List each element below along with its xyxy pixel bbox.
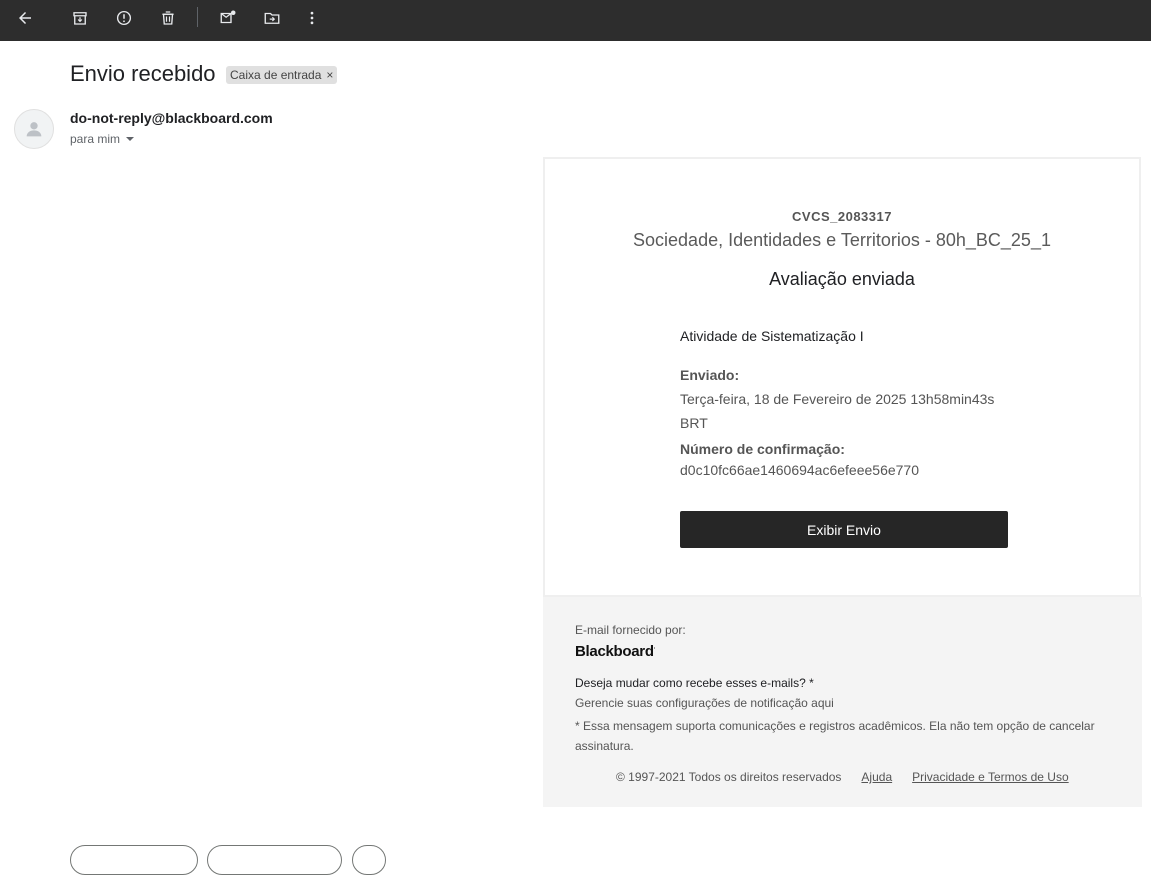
top-toolbar bbox=[0, 0, 1151, 41]
footer-bottom-row: © 1997-2021 Todos os direitos reservados… bbox=[616, 770, 1069, 784]
back-arrow-icon[interactable] bbox=[13, 6, 37, 30]
recipient-label: para mim bbox=[70, 132, 121, 146]
help-link[interactable]: Ajuda bbox=[861, 770, 892, 784]
mark-unread-icon[interactable] bbox=[216, 6, 240, 30]
inbox-label-chip[interactable]: Caixa de entrada × bbox=[226, 66, 338, 84]
reply-button[interactable] bbox=[70, 845, 198, 875]
archive-icon[interactable] bbox=[68, 6, 92, 30]
confirmation-value: d0c10fc66ae1460694ac6efeee56e770 bbox=[680, 462, 920, 478]
confirmation-label: Número de confirmação: bbox=[680, 441, 845, 457]
blackboard-logo: Blackboard· bbox=[575, 643, 656, 660]
emoji-reaction-button[interactable] bbox=[352, 845, 386, 875]
course-id: CVCS_2083317 bbox=[792, 209, 892, 224]
copyright-text: © 1997-2021 Todos os direitos reservados bbox=[616, 770, 842, 784]
more-vert-icon[interactable] bbox=[300, 6, 324, 30]
privacy-terms-link[interactable]: Privacidade e Termos de Uso bbox=[912, 770, 1069, 784]
email-card: CVCS_2083317 Sociedade, Identidades e Te… bbox=[543, 157, 1141, 597]
email-footer: E-mail fornecido por: Blackboard· Deseja… bbox=[543, 597, 1142, 807]
delete-icon[interactable] bbox=[156, 6, 180, 30]
footer-note: * Essa mensagem suporta comunicações e r… bbox=[575, 719, 1095, 753]
sender-avatar[interactable] bbox=[14, 109, 54, 149]
assignment-name: Atividade de Sistematização I bbox=[680, 328, 864, 344]
sent-label: Enviado: bbox=[680, 367, 740, 383]
sent-value: Terça-feira, 18 de Fevereiro de 2025 13h… bbox=[680, 391, 995, 431]
move-to-icon[interactable] bbox=[260, 6, 284, 30]
remove-label-icon[interactable]: × bbox=[326, 68, 333, 82]
notification-question: Deseja mudar como recebe esses e-mails? … bbox=[575, 676, 814, 690]
email-subject: Envio recebido bbox=[70, 61, 216, 86]
person-icon bbox=[26, 122, 42, 137]
chevron-down-icon bbox=[126, 137, 135, 141]
view-submission-button[interactable]: Exibir Envio bbox=[680, 511, 1008, 548]
report-spam-icon[interactable] bbox=[112, 6, 136, 30]
manage-notifications-link[interactable]: Gerencie suas configurações de notificaç… bbox=[575, 696, 834, 710]
forward-button[interactable] bbox=[207, 845, 342, 875]
toolbar-separator bbox=[197, 7, 198, 27]
recipient-details[interactable]: para mim bbox=[70, 132, 135, 146]
sender-email[interactable]: do-not-reply@blackboard.com bbox=[70, 110, 273, 126]
course-name: Sociedade, Identidades e Territorios - 8… bbox=[633, 230, 1051, 250]
status-title: Avaliação enviada bbox=[769, 269, 915, 289]
inbox-label-text: Caixa de entrada bbox=[230, 68, 322, 82]
provided-by-label: E-mail fornecido por: bbox=[575, 623, 686, 637]
